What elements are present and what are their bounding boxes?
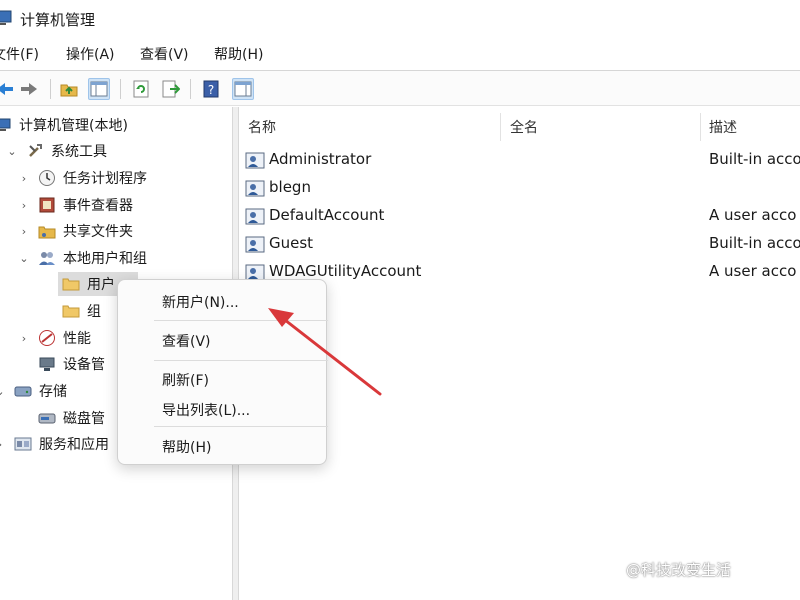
tree-label-performance: 性能: [63, 331, 91, 347]
toolbar-separator: [50, 79, 51, 99]
tree-label-users: 用户: [87, 277, 115, 293]
tree-label-local-users-groups: 本地用户和组: [63, 251, 147, 267]
performance-icon: [38, 329, 56, 347]
storage-icon: [14, 382, 32, 400]
tree-label-storage: 存储: [39, 384, 67, 400]
tree-label-shared-folders: 共享文件夹: [63, 224, 133, 240]
chevron-right-icon[interactable]: ›: [18, 332, 30, 345]
tree-label-groups: 组: [87, 304, 101, 320]
disk-management-icon: [38, 409, 56, 427]
context-menu: 新用户(N)... 查看(V) 刷新(F) 导出列表(L)... 帮助(H): [117, 279, 328, 465]
tree-node-shared-folders[interactable]: › 共享文件夹: [18, 219, 133, 243]
tree-node-root[interactable]: 计算机管理(本地): [0, 113, 128, 137]
user-account-icon: [245, 206, 265, 226]
list-row-user[interactable]: DefaultAccount A user acco: [239, 203, 800, 229]
tree-node-services-apps[interactable]: › 服务和应用: [0, 432, 109, 456]
menu-item-new-user[interactable]: 新用户(N)...: [162, 292, 239, 312]
chevron-down-icon[interactable]: ⌄: [6, 145, 18, 158]
computer-management-icon: [0, 9, 12, 27]
column-header-fullname[interactable]: 全名: [510, 117, 538, 137]
chevron-right-icon[interactable]: ›: [0, 438, 6, 451]
column-header-name[interactable]: 名称: [248, 117, 276, 137]
tree-node-system-tools[interactable]: ⌄ 系统工具: [6, 139, 107, 163]
toolbar-separator: [190, 79, 191, 99]
tree-label-services-apps: 服务和应用: [39, 437, 109, 453]
list-row-user[interactable]: Administrator Built-in acco: [239, 147, 800, 173]
users-group-icon: [38, 249, 56, 267]
chevron-right-icon[interactable]: ›: [18, 172, 30, 185]
chevron-down-icon[interactable]: ⌄: [0, 385, 6, 398]
tree-label-disk-management: 磁盘管: [63, 411, 105, 427]
menu-item-refresh[interactable]: 刷新(F): [162, 370, 209, 390]
menu-item-help[interactable]: 帮助(H): [162, 437, 211, 457]
user-name: blegn: [269, 178, 311, 196]
list-row-user[interactable]: Guest Built-in acco: [239, 231, 800, 257]
device-manager-icon: [38, 355, 56, 373]
event-viewer-icon: [38, 196, 56, 214]
tree-node-task-scheduler[interactable]: › 任务计划程序: [18, 166, 147, 190]
refresh-icon[interactable]: [130, 78, 152, 100]
title-bar: 计算机管理: [0, 0, 800, 38]
tree-node-groups[interactable]: 组: [62, 299, 101, 323]
user-account-icon: [245, 234, 265, 254]
forward-icon[interactable]: [18, 78, 40, 100]
menu-separator: [154, 426, 328, 427]
menu-help[interactable]: 帮助(H): [214, 44, 263, 64]
chevron-right-icon[interactable]: ›: [18, 199, 30, 212]
services-icon: [14, 435, 32, 453]
user-account-icon: [245, 150, 265, 170]
user-description: A user acco: [709, 206, 797, 224]
column-header-description[interactable]: 描述: [709, 117, 737, 137]
tree-label-event-viewer: 事件查看器: [63, 198, 133, 214]
tree-node-device-manager[interactable]: 设备管: [38, 352, 105, 376]
user-account-icon: [245, 178, 265, 198]
window-title: 计算机管理: [20, 11, 96, 29]
svg-text:?: ?: [208, 83, 214, 97]
back-icon[interactable]: [0, 78, 16, 100]
shared-folder-icon: [38, 222, 56, 240]
column-separator[interactable]: [700, 113, 701, 141]
tree-node-event-viewer[interactable]: › 事件查看器: [18, 193, 133, 217]
column-separator[interactable]: [500, 113, 501, 141]
chevron-down-icon[interactable]: ⌄: [18, 252, 30, 265]
show-tree-icon[interactable]: [88, 78, 110, 100]
action-pane-icon[interactable]: [232, 78, 254, 100]
tree-node-storage[interactable]: ⌄ 存储: [0, 379, 67, 403]
export-icon[interactable]: [160, 78, 182, 100]
clock-icon: [38, 169, 56, 187]
user-name: DefaultAccount: [269, 206, 385, 224]
tree-label-root: 计算机管理(本地): [19, 118, 128, 134]
menu-item-export-list[interactable]: 导出列表(L)...: [162, 400, 250, 420]
user-description: Built-in acco: [709, 234, 800, 252]
list-row-user[interactable]: blegn: [239, 175, 800, 201]
user-name: Administrator: [269, 150, 372, 168]
watermark: @科技改变生活: [626, 561, 732, 579]
user-description: Built-in acco: [709, 150, 800, 168]
menu-separator: [154, 360, 328, 361]
menu-bar: 文件(F) 操作(A) 查看(V) 帮助(H): [0, 38, 800, 68]
menu-item-view[interactable]: 查看(V): [162, 331, 211, 351]
menu-action[interactable]: 操作(A): [66, 44, 115, 64]
tools-icon: [26, 142, 44, 160]
help-icon[interactable]: ?: [200, 78, 222, 100]
user-name: WDAGUtilityAccount: [269, 262, 422, 280]
user-description: A user acco: [709, 262, 797, 280]
tree-node-disk-management[interactable]: 磁盘管: [38, 406, 105, 430]
menu-file[interactable]: 文件(F): [0, 44, 39, 64]
computer-management-icon: [0, 116, 12, 134]
toolbar-separator: [120, 79, 121, 99]
folder-icon: [62, 275, 80, 293]
tree-node-performance[interactable]: › 性能: [18, 326, 91, 350]
menu-view[interactable]: 查看(V): [140, 44, 189, 64]
tree-label-device-manager: 设备管: [63, 357, 105, 373]
toolbar: ?: [0, 70, 800, 106]
user-name: Guest: [269, 234, 314, 252]
chevron-right-icon[interactable]: ›: [18, 225, 30, 238]
tree-label-task-scheduler: 任务计划程序: [63, 171, 147, 187]
up-folder-icon[interactable]: [58, 78, 80, 100]
folder-icon: [62, 302, 80, 320]
tree-label-system-tools: 系统工具: [51, 144, 107, 160]
menu-separator: [154, 320, 328, 321]
tree-node-local-users-groups[interactable]: ⌄ 本地用户和组: [18, 246, 147, 270]
